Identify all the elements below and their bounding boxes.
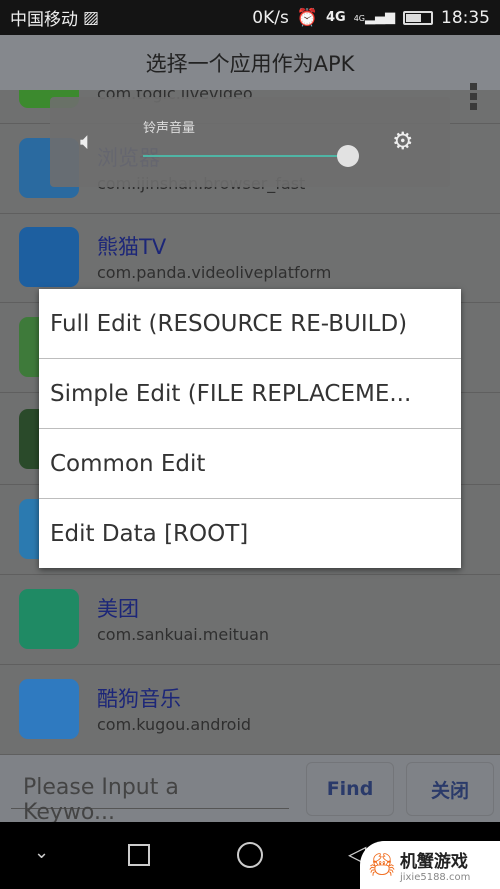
chevron-down-icon[interactable]: ⌄: [34, 842, 49, 863]
watermark-url: jixie5188.com: [399, 872, 471, 883]
menu-item-edit-data[interactable]: Edit Data [ROOT]: [39, 499, 461, 569]
app-name: 酷狗音乐: [97, 687, 181, 711]
app-icon: [19, 589, 79, 649]
speaker-icon[interactable]: 🔈︎: [80, 127, 94, 155]
toolbar: 选择一个应用作为APK: [0, 35, 500, 110]
recents-icon[interactable]: [128, 844, 150, 866]
carrier: 中国移动: [10, 10, 78, 30]
volume-panel: 🔈︎ 铃声音量 ⚙: [50, 97, 450, 187]
list-item[interactable]: 美团 com.sankuai.meituan: [0, 575, 500, 665]
home-icon[interactable]: [237, 842, 263, 868]
app-name: 熊猫TV: [97, 235, 167, 259]
network-type: 4G: [325, 10, 346, 25]
status-bar: 中国移动 ▨ 0K/s ⏰ 4G 4G▂▄▆ 18:35: [0, 0, 500, 35]
menu-item-simple-edit[interactable]: Simple Edit (FILE REPLACEME...: [39, 359, 461, 429]
app-name: 美团: [97, 597, 139, 621]
app-package: com.kugou.android: [97, 715, 252, 734]
signal-icon: 4G▂▄▆: [353, 10, 395, 25]
navigation-bar: ⌄ ◁ 🦀︎ 机蟹游戏 jixie5188.com: [0, 822, 500, 889]
find-button[interactable]: Find: [306, 762, 394, 816]
watermark-text: 机蟹游戏: [399, 852, 468, 872]
list-item[interactable]: 酷狗音乐 com.kugou.android: [0, 665, 500, 755]
volume-label: 铃声音量: [143, 121, 196, 136]
volume-slider[interactable]: [143, 155, 348, 157]
keyword-input[interactable]: Please Input a Keywo...: [11, 767, 289, 825]
search-bar: Please Input a Keywo... Find 关闭: [0, 755, 500, 825]
app-icon: [19, 227, 79, 287]
settings-gear-icon[interactable]: ⚙: [392, 127, 414, 155]
app-icon: [19, 679, 79, 739]
battery-icon: [403, 10, 433, 25]
app-package: com.panda.videoliveplatform: [97, 263, 332, 282]
page-title: 选择一个应用作为APK: [145, 51, 355, 76]
net-speed: 0K/s: [252, 7, 289, 28]
menu-item-full-edit[interactable]: Full Edit (RESOURCE RE-BUILD): [39, 289, 461, 359]
app-package: com.sankuai.meituan: [97, 625, 270, 644]
edit-mode-dialog: Full Edit (RESOURCE RE-BUILD) Simple Edi…: [39, 289, 461, 568]
alarm-icon: ⏰: [296, 7, 318, 28]
image-icon: ▨: [83, 7, 100, 28]
crab-icon: 🦀︎: [368, 852, 396, 878]
close-button[interactable]: 关闭: [406, 762, 494, 816]
watermark-logo: 🦀︎ 机蟹游戏 jixie5188.com: [360, 841, 500, 889]
network-type-2: 4G: [353, 14, 365, 23]
menu-item-common-edit[interactable]: Common Edit: [39, 429, 461, 499]
volume-slider-thumb[interactable]: [337, 145, 359, 167]
clock: 18:35: [441, 7, 490, 28]
